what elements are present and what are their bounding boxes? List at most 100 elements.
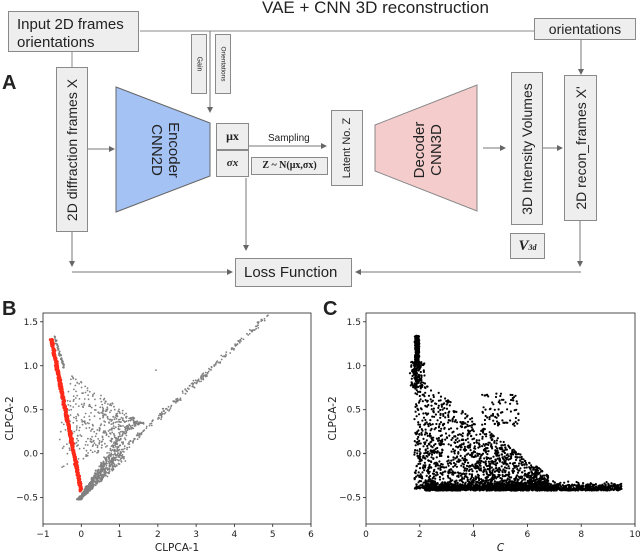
data-point	[459, 448, 462, 451]
data-point	[97, 473, 100, 476]
data-point	[116, 415, 119, 418]
data-point	[102, 465, 105, 468]
data-point	[85, 449, 88, 452]
data-point	[417, 481, 420, 484]
data-point	[108, 452, 110, 454]
data-point	[84, 391, 87, 394]
data-point	[507, 455, 510, 458]
data-point	[101, 406, 104, 409]
data-point	[467, 452, 470, 455]
data-point	[445, 407, 449, 410]
data-point	[118, 435, 121, 437]
data-point	[142, 430, 145, 432]
data-point	[83, 404, 85, 406]
data-point	[424, 399, 427, 402]
data-point	[219, 362, 222, 364]
data-point	[610, 487, 613, 491]
data-point	[88, 415, 91, 418]
data-point	[52, 343, 55, 347]
data-point	[575, 487, 578, 490]
data-point	[413, 384, 416, 387]
volumes-box: 3D Intensity Volumes	[511, 72, 543, 225]
input-box-line1: Input 2D frames	[17, 16, 124, 33]
data-point	[179, 399, 182, 401]
data-point	[425, 474, 428, 477]
data-point	[73, 430, 76, 433]
data-point	[190, 382, 193, 385]
data-point	[236, 343, 239, 345]
data-point	[110, 452, 113, 455]
data-point	[601, 488, 604, 491]
data-point	[233, 349, 235, 351]
data-point	[125, 415, 128, 418]
data-point	[119, 452, 122, 455]
data-point	[423, 374, 426, 377]
data-point	[76, 437, 78, 440]
data-point	[463, 469, 466, 472]
data-point	[56, 366, 60, 369]
data-point	[591, 488, 595, 491]
data-point	[93, 430, 96, 433]
data-point	[415, 362, 418, 365]
data-point	[113, 436, 116, 439]
data-point	[188, 385, 191, 387]
data-point	[112, 432, 115, 435]
data-point	[70, 378, 72, 381]
data-point	[131, 426, 134, 429]
data-point	[514, 489, 517, 492]
data-point	[83, 420, 86, 422]
data-point	[126, 429, 129, 432]
data-point	[266, 315, 268, 317]
data-point	[53, 356, 57, 359]
data-point	[75, 415, 78, 418]
data-point	[77, 405, 80, 407]
data-point	[116, 459, 119, 461]
loss-function-box: Loss Function	[235, 258, 352, 287]
data-point	[559, 481, 562, 484]
input-frames-box: Input 2D frames orientations	[8, 11, 139, 52]
data-point	[61, 362, 64, 365]
data-point	[75, 461, 79, 464]
data-point	[120, 448, 123, 451]
data-point	[609, 484, 612, 488]
decoder-label: Decoder CNN3D	[380, 110, 475, 190]
data-point	[87, 398, 90, 401]
data-point	[68, 449, 71, 451]
data-point	[101, 403, 104, 406]
data-point	[128, 424, 131, 426]
data-point	[589, 485, 592, 488]
data-point	[109, 455, 112, 458]
data-point	[439, 395, 443, 398]
data-point	[419, 379, 422, 382]
x-tick-label: 1	[117, 530, 123, 540]
data-point	[553, 485, 556, 488]
data-point	[104, 402, 106, 404]
data-point	[106, 462, 108, 465]
data-point	[141, 422, 144, 425]
data-point	[414, 369, 417, 372]
data-point	[87, 437, 89, 440]
data-point	[128, 446, 131, 448]
data-point	[412, 386, 415, 389]
data-point	[215, 361, 218, 364]
data-point	[111, 429, 113, 431]
data-point	[93, 442, 96, 444]
sigma-box: σx	[216, 150, 249, 177]
data-point	[250, 330, 253, 333]
data-point	[478, 479, 481, 482]
data-point	[74, 384, 77, 387]
data-point	[77, 439, 80, 442]
data-point	[138, 435, 141, 438]
data-point	[108, 421, 110, 424]
data-point	[563, 481, 566, 484]
data-point	[120, 421, 122, 423]
data-point	[125, 420, 128, 423]
data-point	[553, 481, 556, 484]
data-point	[66, 422, 70, 425]
data-point	[77, 498, 80, 501]
data-point	[108, 462, 110, 465]
data-point	[225, 351, 228, 353]
data-point	[559, 484, 562, 487]
x-tick-label: −1	[36, 530, 49, 540]
x-tick-label: 3	[193, 530, 199, 540]
